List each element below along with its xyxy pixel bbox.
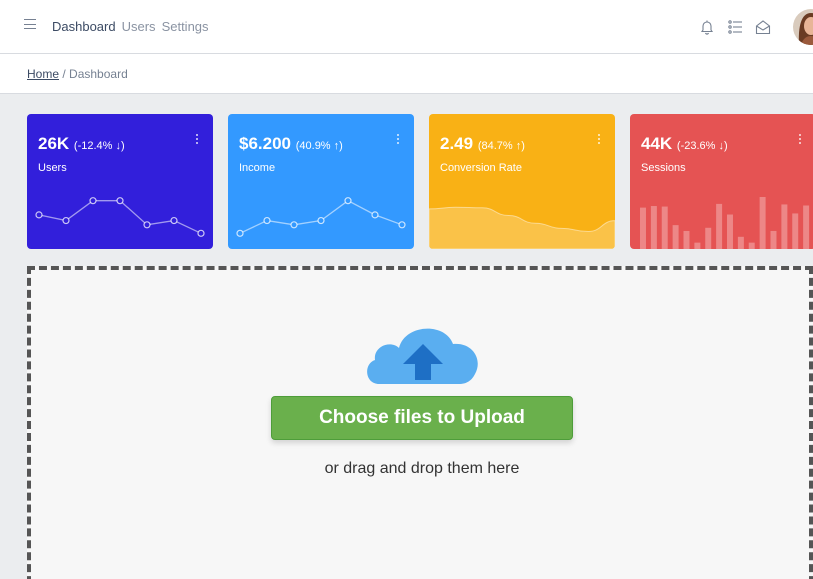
more-options-icon[interactable] bbox=[597, 134, 601, 148]
bell-icon[interactable] bbox=[699, 19, 715, 35]
widget-value: 2.49 (84.7% ↑) bbox=[440, 134, 525, 153]
bar bbox=[759, 197, 766, 249]
breadcrumb-separator: / bbox=[62, 67, 66, 81]
bar bbox=[661, 206, 668, 249]
bar bbox=[672, 225, 679, 249]
bar bbox=[792, 213, 799, 249]
sparkline-point bbox=[116, 197, 124, 205]
choose-files-button[interactable]: Choose files to Upload bbox=[271, 396, 573, 440]
widget-income: $6.200 (40.9% ↑) Income bbox=[228, 114, 414, 249]
bar bbox=[650, 206, 657, 249]
sparkline-point bbox=[197, 229, 205, 237]
breadcrumb-current: Dashboard bbox=[69, 67, 128, 81]
bar bbox=[781, 204, 788, 249]
area-series bbox=[429, 206, 615, 249]
sparkline-point bbox=[236, 229, 244, 237]
widget-value: $6.200 (40.9% ↑) bbox=[239, 134, 343, 153]
file-dropzone[interactable]: Choose files to Upload or drag and drop … bbox=[27, 266, 813, 579]
widget-users: 26K (-12.4% ↓) Users bbox=[27, 114, 213, 249]
bar bbox=[694, 242, 701, 249]
breadcrumb-home[interactable]: Home bbox=[27, 67, 59, 81]
header-nav: Dashboard Users Settings bbox=[52, 19, 209, 34]
sparkline-point bbox=[398, 221, 406, 229]
widget-label: Income bbox=[239, 162, 276, 174]
avatar[interactable] bbox=[793, 9, 813, 45]
sessions-bar-chart bbox=[640, 197, 810, 249]
more-options-icon[interactable] bbox=[396, 134, 400, 148]
drag-drop-hint: or drag and drop them here bbox=[324, 460, 520, 477]
cloud-upload-icon bbox=[367, 328, 478, 384]
income-sparkline bbox=[236, 197, 406, 237]
bar bbox=[727, 214, 733, 249]
bar bbox=[770, 230, 777, 249]
bar bbox=[803, 205, 810, 249]
sparkline-point bbox=[344, 197, 352, 205]
widget-label: Users bbox=[38, 162, 67, 174]
widget-value: 44K (-23.6% ↓) bbox=[641, 134, 728, 153]
sparkline-point bbox=[290, 221, 298, 229]
sparkline-point bbox=[62, 216, 70, 225]
envelope-icon[interactable] bbox=[755, 19, 771, 35]
sparkline-point bbox=[371, 211, 379, 219]
users-sparkline bbox=[35, 197, 205, 237]
sparkline-point bbox=[263, 216, 271, 225]
widget-change: (-23.6% ↓) bbox=[676, 140, 728, 152]
nav-dashboard[interactable]: Dashboard bbox=[52, 19, 116, 34]
widget-change: (40.9% ↑) bbox=[295, 140, 343, 152]
nav-users[interactable]: Users bbox=[122, 19, 156, 34]
bar bbox=[716, 203, 723, 249]
nav-settings[interactable]: Settings bbox=[162, 19, 209, 34]
sparkline-point bbox=[89, 197, 97, 205]
header: Dashboard Users Settings bbox=[0, 0, 813, 54]
subheader: Home / Dashboard bbox=[0, 54, 813, 94]
more-options-icon[interactable] bbox=[798, 134, 802, 148]
header-icons bbox=[699, 0, 813, 54]
widget-label: Sessions bbox=[641, 162, 686, 174]
sparkline-point bbox=[170, 216, 178, 225]
bar bbox=[705, 227, 712, 249]
widget-change: (84.7% ↑) bbox=[477, 140, 525, 152]
widget-label: Conversion Rate bbox=[440, 162, 522, 174]
bar bbox=[640, 207, 646, 249]
widget-change: (-12.4% ↓) bbox=[73, 140, 125, 152]
sparkline-point bbox=[143, 221, 151, 229]
sparkline-point bbox=[317, 216, 325, 225]
list-icon[interactable] bbox=[727, 19, 743, 35]
sparkline-point bbox=[35, 211, 43, 219]
widget-sessions: 44K (-23.6% ↓) Sessions bbox=[630, 114, 813, 249]
conversion-rate-area-chart bbox=[429, 206, 615, 249]
widget-value: 26K (-12.4% ↓) bbox=[38, 134, 125, 153]
breadcrumb: Home / Dashboard bbox=[27, 67, 128, 81]
widget-conversion-rate: 2.49 (84.7% ↑) Conversion Rate bbox=[429, 114, 615, 249]
menu-toggle-icon[interactable] bbox=[24, 19, 36, 29]
bar bbox=[683, 230, 690, 249]
more-options-icon[interactable] bbox=[195, 134, 199, 148]
bar bbox=[748, 242, 755, 249]
bar bbox=[737, 236, 744, 249]
